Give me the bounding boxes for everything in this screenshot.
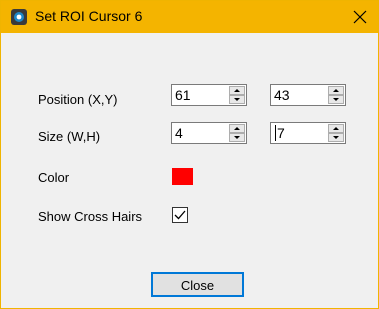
arrow-down-icon [333,98,339,101]
position-label: Position (X,Y) [38,92,118,107]
position-x-value[interactable]: 61 [175,87,191,103]
spinner-buttons [328,124,344,142]
app-target-icon [11,9,27,25]
text-caret [275,125,276,141]
size-label: Size (W,H) [38,129,101,144]
size-h-spinner[interactable]: 7 [270,122,346,144]
checkmark-icon [174,210,186,220]
close-icon[interactable] [346,5,374,29]
color-swatch[interactable] [172,168,193,185]
arrow-up-icon [333,127,339,130]
dialog-window: Set ROI Cursor 6 Position (X,Y) 61 43 Si… [0,0,379,309]
cross-hairs-checkbox[interactable] [172,207,188,223]
size-w-spinner[interactable]: 4 [171,122,247,144]
arrow-down-icon [234,136,240,139]
position-x-spinner[interactable]: 61 [171,84,247,106]
close-button[interactable]: Close [151,272,244,297]
spinner-buttons [229,124,245,142]
increment-button[interactable] [229,86,245,95]
spinner-buttons [328,86,344,104]
window-title: Set ROI Cursor 6 [35,8,143,24]
size-w-value[interactable]: 4 [175,125,183,141]
increment-button[interactable] [328,124,344,133]
increment-button[interactable] [229,124,245,133]
decrement-button[interactable] [328,95,344,104]
size-h-value[interactable]: 7 [277,125,285,141]
decrement-button[interactable] [328,133,344,142]
spinner-buttons [229,86,245,104]
position-y-value[interactable]: 43 [274,87,290,103]
increment-button[interactable] [328,86,344,95]
arrow-up-icon [234,127,240,130]
decrement-button[interactable] [229,95,245,104]
arrow-up-icon [333,89,339,92]
position-y-spinner[interactable]: 43 [270,84,346,106]
decrement-button[interactable] [229,133,245,142]
cross-hairs-label: Show Cross Hairs [38,209,143,224]
arrow-down-icon [234,98,240,101]
arrow-down-icon [333,136,339,139]
arrow-up-icon [234,89,240,92]
color-label: Color [38,170,70,185]
title-bar: Set ROI Cursor 6 [1,1,378,33]
